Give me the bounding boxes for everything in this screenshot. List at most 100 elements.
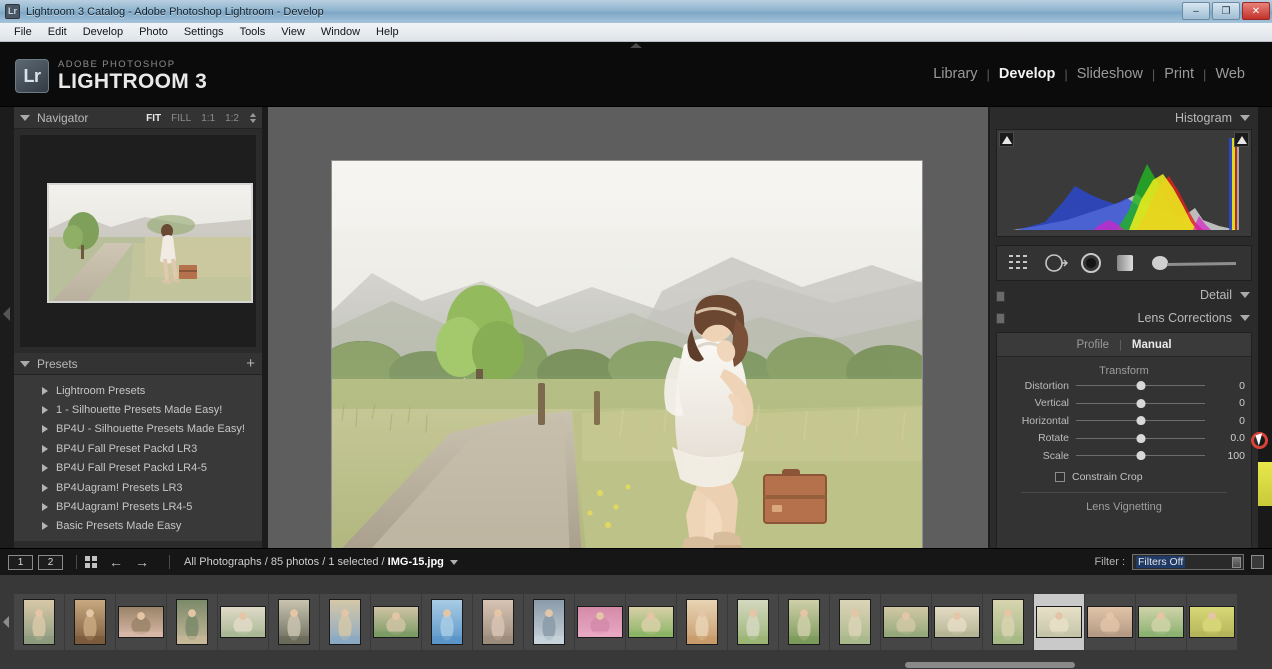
filmstrip-thumbnail[interactable] (677, 594, 727, 650)
slider-distortion[interactable]: Distortion 0 (997, 377, 1251, 395)
lens-panel-switch-icon[interactable] (996, 313, 1005, 324)
chevron-right-icon[interactable] (42, 503, 48, 512)
menu-item-photo[interactable]: Photo (131, 24, 176, 40)
close-button[interactable]: ✕ (1242, 2, 1270, 20)
slider-track[interactable] (1076, 416, 1205, 426)
menu-item-view[interactable]: View (273, 24, 313, 40)
menu-item-edit[interactable]: Edit (40, 24, 75, 40)
identity-plate[interactable]: Lr ADOBE PHOTOSHOP LIGHTROOM 3 (15, 59, 207, 93)
module-library[interactable]: Library (924, 66, 986, 82)
preset-group-row[interactable]: 1 - Silhouette Presets Made Easy! (14, 400, 262, 419)
graduated-filter-tool[interactable] (1113, 252, 1137, 274)
chevron-down-icon[interactable] (449, 559, 458, 565)
filmstrip-thumbnail[interactable] (983, 594, 1033, 650)
filmstrip-thumbnail[interactable] (524, 594, 574, 650)
chevron-right-icon[interactable] (42, 386, 48, 395)
slider-knob[interactable] (1136, 416, 1145, 426)
filter-dropdown[interactable]: Filters Off (1132, 554, 1244, 570)
slider-knob[interactable] (1136, 398, 1145, 408)
filmstrip-thumbnail[interactable] (626, 594, 676, 650)
slider-knob[interactable] (1136, 381, 1145, 391)
presets-panel-header[interactable]: Presets + (14, 353, 262, 375)
histogram-panel-header[interactable]: Histogram (990, 107, 1258, 129)
filmstrip-thumbnail[interactable] (830, 594, 880, 650)
filmstrip-thumbnail[interactable] (1085, 594, 1135, 650)
chevron-down-icon[interactable] (1240, 115, 1250, 121)
histogram-graph[interactable] (996, 129, 1252, 237)
go-forward-arrow-icon[interactable]: → (135, 555, 149, 569)
filmstrip-thumbnail[interactable] (932, 594, 982, 650)
filter-toggle-icon[interactable] (1251, 555, 1264, 569)
menu-item-file[interactable]: File (6, 24, 40, 40)
zoom-level-fill[interactable]: FILL (171, 113, 191, 124)
detail-panel-switch-icon[interactable] (996, 291, 1005, 302)
filmstrip-thumbnail-selected[interactable] (1034, 594, 1084, 650)
filmstrip-source-info[interactable]: All Photographs / 85 photos / 1 selected… (184, 556, 458, 568)
menu-item-settings[interactable]: Settings (176, 24, 232, 40)
slider-scale[interactable]: Scale 100 (997, 447, 1251, 465)
filmstrip-thumbnail[interactable] (422, 594, 472, 650)
filmstrip-thumbnail[interactable] (167, 594, 217, 650)
preset-group-row[interactable]: BP4U Fall Preset Packd LR4-5 (14, 459, 262, 478)
go-back-arrow-icon[interactable]: ← (109, 555, 123, 569)
menu-item-window[interactable]: Window (313, 24, 368, 40)
filmstrip-thumbnail[interactable] (881, 594, 931, 650)
slider-value[interactable]: 0 (1213, 415, 1245, 427)
filmstrip-scroll-left-icon[interactable] (3, 616, 9, 628)
filmstrip-thumbnail[interactable] (116, 594, 166, 650)
lens-tab-profile[interactable]: Profile (1076, 339, 1109, 351)
filmstrip-thumbnail[interactable] (1187, 594, 1237, 650)
constrain-crop-row[interactable]: Constrain Crop (997, 471, 1251, 483)
filmstrip-thumbnail[interactable] (779, 594, 829, 650)
slider-value[interactable]: 0 (1213, 380, 1245, 392)
preset-group-row[interactable]: Basic Presets Made Easy (14, 517, 262, 536)
maximize-button[interactable]: ❐ (1212, 2, 1240, 20)
highlight-clipping-indicator-icon[interactable] (1234, 132, 1249, 147)
filmstrip-thumbnail[interactable] (575, 594, 625, 650)
filmstrip[interactable] (0, 575, 1272, 669)
grid-view-icon[interactable] (85, 556, 97, 568)
spot-removal-tool[interactable] (1043, 252, 1069, 274)
filmstrip-thumbnail[interactable] (728, 594, 778, 650)
chevron-right-icon[interactable] (42, 483, 48, 492)
preset-group-row[interactable]: BP4U Fall Preset Packd LR3 (14, 439, 262, 458)
chevron-right-icon[interactable] (42, 464, 48, 473)
filter-spinner-icon[interactable] (1232, 557, 1241, 568)
chevron-right-icon[interactable] (42, 522, 48, 531)
slider-knob[interactable] (1136, 433, 1145, 443)
top-panel-caret-icon[interactable] (630, 43, 642, 48)
filmstrip-thumbnail[interactable] (14, 594, 64, 650)
red-eye-tool[interactable] (1079, 252, 1103, 274)
module-slideshow[interactable]: Slideshow (1068, 66, 1152, 82)
crop-overlay-tool[interactable] (1008, 253, 1032, 273)
slider-value[interactable]: 0.0 (1213, 432, 1245, 444)
slider-value[interactable]: 0 (1213, 397, 1245, 409)
main-photo[interactable] (332, 161, 922, 559)
preset-group-row[interactable]: BP4Uagram! Presets LR4-5 (14, 497, 262, 516)
filmstrip-thumbnail[interactable] (269, 594, 319, 650)
filmstrip-scrollbar[interactable] (905, 662, 1075, 668)
chevron-down-icon[interactable] (20, 114, 30, 121)
slider-rotate[interactable]: Rotate 0.0 (997, 430, 1251, 448)
left-panel-collapse-icon[interactable] (3, 307, 10, 321)
chevron-down-icon[interactable] (20, 360, 30, 367)
lens-corrections-panel-header[interactable]: Lens Corrections (990, 307, 1258, 329)
menu-item-develop[interactable]: Develop (75, 24, 131, 40)
preset-group-row[interactable]: BP4U - Silhouette Presets Made Easy! (14, 420, 262, 439)
zoom-level-1-1[interactable]: 1:1 (201, 113, 215, 124)
filmstrip-thumbnail[interactable] (320, 594, 370, 650)
module-print[interactable]: Print (1155, 66, 1203, 82)
module-web[interactable]: Web (1206, 66, 1254, 82)
preset-group-row[interactable]: Lightroom Presets (14, 381, 262, 400)
adjustment-brush-tool[interactable] (1148, 252, 1240, 274)
navigator-panel-header[interactable]: Navigator FIT FILL 1:1 1:2 (14, 107, 262, 129)
filmstrip-thumbnail[interactable] (65, 594, 115, 650)
filmstrip-thumbnail[interactable] (1136, 594, 1186, 650)
preset-group-row[interactable]: BP4Uagram! Presets LR3 (14, 478, 262, 497)
navigator-preview[interactable] (20, 135, 256, 347)
zoom-stepper-icon[interactable] (250, 113, 256, 123)
filmstrip-thumbnail[interactable] (371, 594, 421, 650)
slider-track[interactable] (1076, 451, 1205, 461)
menu-item-help[interactable]: Help (368, 24, 407, 40)
slider-value[interactable]: 100 (1213, 450, 1245, 462)
